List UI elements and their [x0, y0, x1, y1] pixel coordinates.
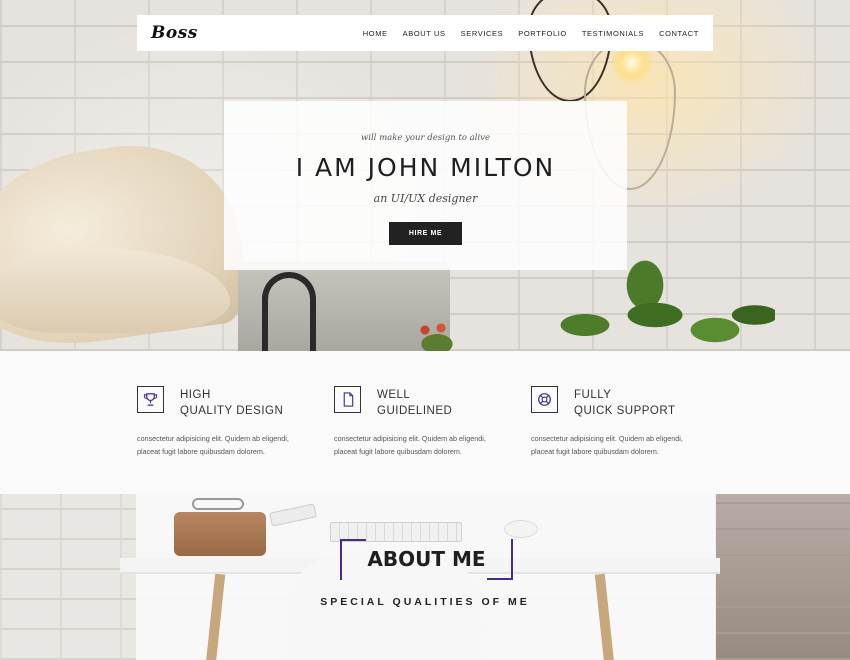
feature-title: WELL GUIDELINED — [377, 389, 453, 417]
nav-link-contact[interactable]: CONTACT — [659, 29, 699, 38]
about-subtitle: SPECIAL QUALITIES OF ME — [320, 596, 530, 608]
nav-link-services[interactable]: SERVICES — [461, 29, 504, 38]
hero-tagline: will make your design to alive — [360, 133, 491, 143]
hero-title: I AM JOHN MILTON — [295, 153, 556, 182]
site-logo[interactable]: Boss — [151, 23, 198, 43]
about-wall-image — [715, 494, 850, 660]
nav-link-portfolio[interactable]: PORTFOLIO — [518, 29, 567, 38]
hero-subtitle: an UI/UX designer — [373, 192, 478, 205]
feature-description: consectetur adipisicing elit. Quidem ab … — [137, 434, 289, 456]
nav-link-about-us[interactable]: ABOUT US — [403, 29, 446, 38]
lifebuoy-icon — [531, 386, 558, 413]
about-mouse-image — [504, 520, 538, 538]
document-icon — [334, 386, 361, 413]
about-folder-image — [174, 512, 266, 556]
about-glasses-image — [192, 498, 244, 510]
feature-description: consectetur adipisicing elit. Quidem ab … — [334, 434, 486, 456]
hero-headphones-image — [262, 272, 316, 351]
trophy-icon — [137, 386, 164, 413]
top-navbar: Boss HOME ABOUT US SERVICES PORTFOLIO TE… — [137, 15, 713, 51]
feature-title: HIGH QUALITY DESIGN — [180, 389, 284, 417]
nav-link-testimonials[interactable]: TESTIMONIALS — [582, 29, 644, 38]
hero-flower-image — [415, 322, 459, 351]
about-title: ABOUT ME — [367, 547, 486, 571]
nav-links: HOME ABOUT US SERVICES PORTFOLIO TESTIMO… — [363, 29, 699, 38]
feature-description: consectetur adipisicing elit. Quidem ab … — [531, 434, 683, 456]
hire-me-button[interactable]: HIRE ME — [389, 222, 462, 245]
about-title-frame: ABOUT ME — [340, 539, 513, 580]
nav-link-home[interactable]: HOME — [363, 29, 388, 38]
features-section: HIGH QUALITY DESIGN consectetur adipisic… — [0, 351, 850, 494]
hero-card: will make your design to alive I AM JOHN… — [224, 101, 627, 270]
feature-title: FULLY QUICK SUPPORT — [574, 389, 676, 417]
